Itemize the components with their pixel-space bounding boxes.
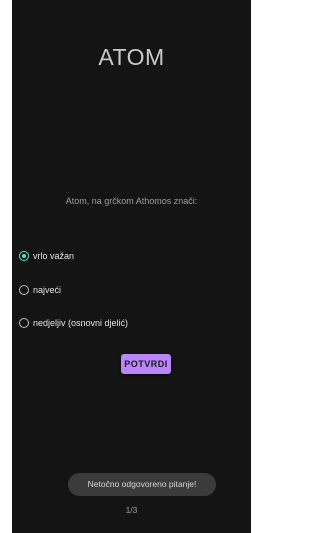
toast-message: Netočno odgovoreno pitanje!: [68, 473, 216, 496]
option-1[interactable]: vrlo važan: [19, 249, 74, 263]
option-3[interactable]: nedjeljiv (osnovni djelić): [19, 316, 128, 330]
radio-unchecked-icon[interactable]: [19, 285, 29, 295]
option-2[interactable]: najveći: [19, 283, 61, 297]
question-text: Atom, na grčkom Athomos znači:: [65, 196, 198, 206]
option-label: nedjeljiv (osnovni djelić): [33, 318, 129, 328]
option-label: vrlo važan: [33, 251, 75, 261]
radio-checked-icon[interactable]: [19, 251, 29, 261]
quiz-screen: ATOM Atom, na grčkom Athomos znači: vrlo…: [12, 0, 251, 533]
option-label: najveći: [33, 285, 62, 295]
submit-button[interactable]: POTVRDI: [121, 354, 171, 374]
page-title: ATOM: [98, 44, 165, 70]
radio-unchecked-icon[interactable]: [19, 318, 29, 328]
question-counter: 1/3: [125, 505, 138, 515]
screen: ATOM Atom, na grčkom Athomos znači: vrlo…: [0, 0, 261, 533]
